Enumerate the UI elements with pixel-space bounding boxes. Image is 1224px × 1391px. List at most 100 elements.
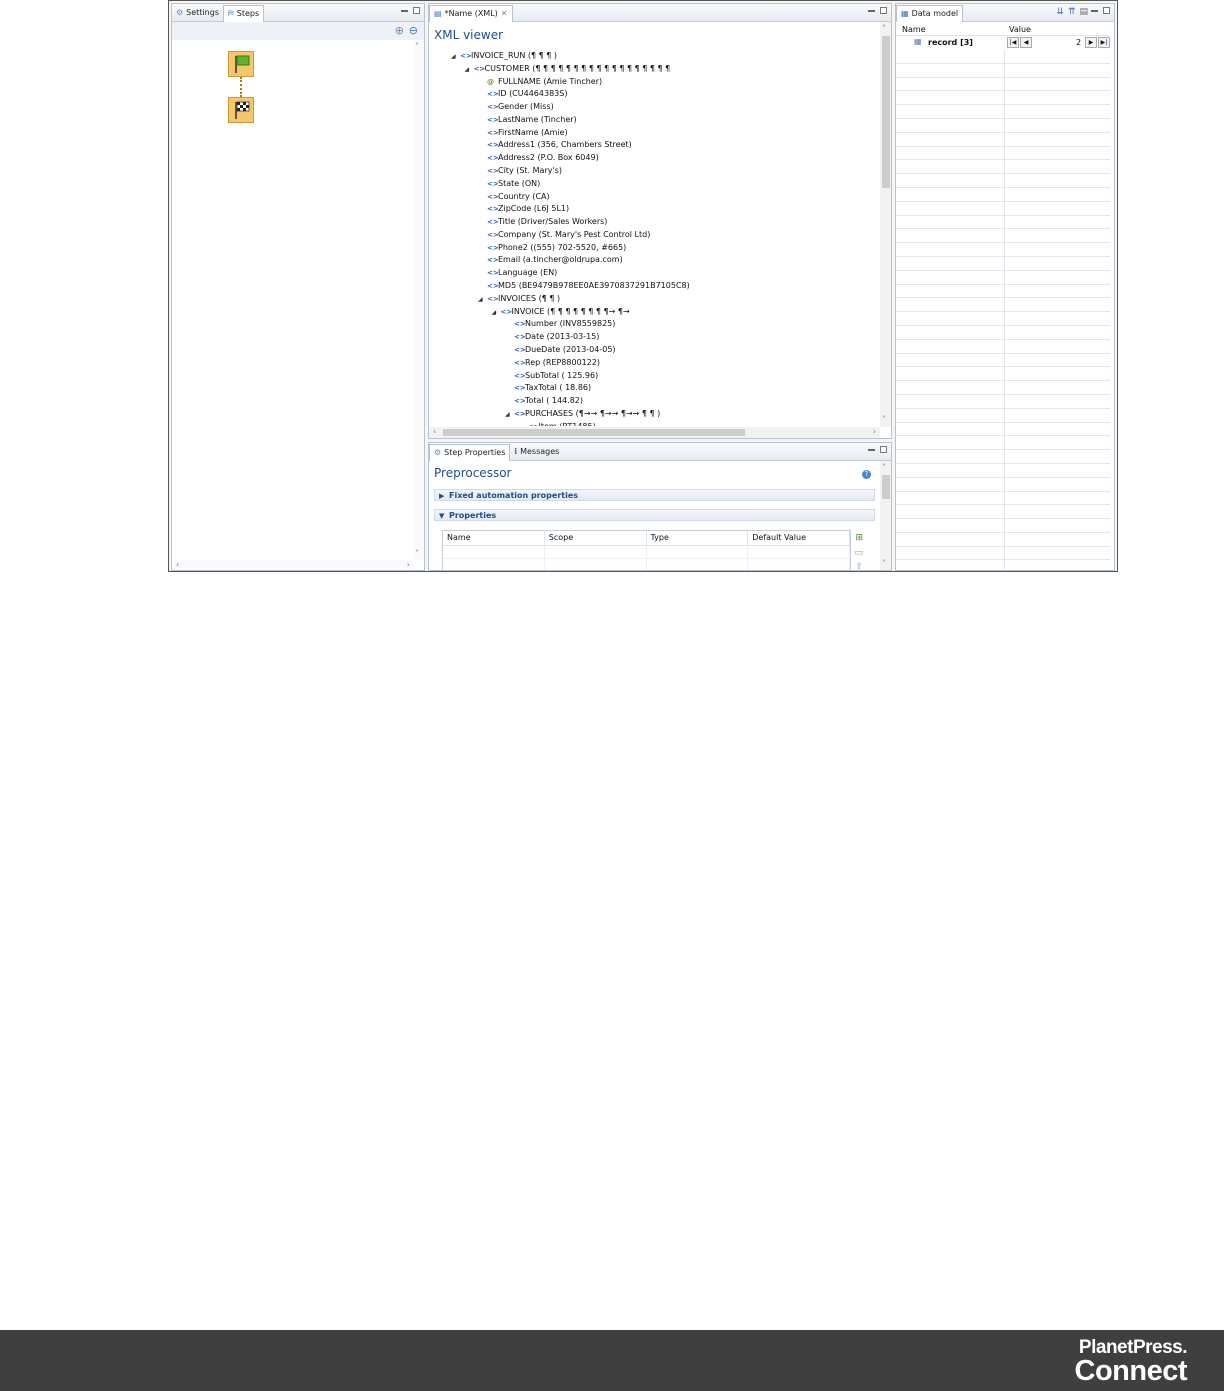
table-row[interactable] [896, 187, 1110, 202]
column-type[interactable]: Type [647, 531, 749, 545]
table-row[interactable] [896, 422, 1110, 437]
xml-tree-node[interactable]: <>Email (a.tincher@oldrupa.com) [478, 254, 623, 266]
xml-tree-node[interactable]: <>Date (2013-03-15) [505, 331, 599, 343]
add-property-icon[interactable]: ⊞ [855, 533, 863, 543]
expand-toggle-icon[interactable]: ◢ [478, 294, 487, 306]
table-row[interactable] [896, 91, 1110, 106]
table-row[interactable] [443, 559, 850, 570]
minimize-button[interactable] [868, 10, 875, 12]
tab-step-properties[interactable]: ⚙ Step Properties [429, 443, 511, 461]
table-row[interactable] [896, 394, 1110, 409]
properties-section[interactable]: ▼ Properties [434, 509, 875, 521]
start-step-icon[interactable] [228, 51, 254, 77]
table-row[interactable] [896, 298, 1110, 313]
tab-messages[interactable]: i Messages [510, 444, 563, 460]
xml-tree-node[interactable]: <>Phone2 ((555) 702-5520, #665) [478, 242, 626, 254]
table-row[interactable] [896, 477, 1110, 492]
previous-record-button[interactable]: ◀ [1020, 37, 1032, 48]
xml-vertical-scrollbar[interactable]: ˄ ˅ [880, 22, 891, 427]
steps-vertical-scrollbar[interactable]: ˄ ˅ [414, 41, 424, 560]
column-scope[interactable]: Scope [545, 531, 647, 545]
table-row[interactable] [896, 339, 1110, 354]
column-name[interactable]: Name [443, 531, 545, 545]
xml-tree-node[interactable]: <>Gender (Miss) [478, 101, 554, 113]
tab-data-model[interactable]: ▦ Data model [896, 4, 964, 22]
last-record-button[interactable]: ▶| [1098, 37, 1110, 48]
help-icon[interactable]: ? [862, 470, 871, 479]
minimize-button[interactable] [868, 449, 875, 451]
table-row[interactable] [896, 532, 1110, 547]
remove-property-icon[interactable]: ▭ [854, 548, 863, 558]
xml-tree-node[interactable]: <>DueDate (2013-04-05) [505, 344, 616, 356]
table-row[interactable] [896, 63, 1110, 78]
table-row[interactable] [896, 50, 1110, 64]
xml-tree-node[interactable]: <>SubTotal ( 125.96) [505, 370, 598, 382]
properties-vertical-scrollbar[interactable]: ˄ ˅ [880, 461, 891, 570]
maximize-button[interactable] [413, 7, 420, 14]
table-row[interactable] [896, 381, 1110, 395]
table-row[interactable] [896, 174, 1110, 188]
fixed-automation-section[interactable]: ▶ Fixed automation properties [434, 489, 875, 501]
maximize-button[interactable] [880, 7, 887, 14]
column-default-value[interactable]: Default Value [748, 531, 850, 545]
next-record-button[interactable]: ▶ [1085, 37, 1097, 48]
xml-tree-node[interactable]: <>LastName (Tincher) [478, 114, 577, 126]
xml-tree-node[interactable]: <>Rep (REP8800122) [505, 357, 600, 369]
table-row[interactable] [896, 201, 1110, 216]
xml-tree-node[interactable]: ◢ <>INVOICE (¶ ¶ ¶ ¶ ¶ ¶ ¶ ¶→ ¶→ [492, 306, 630, 318]
xml-tree-node[interactable]: <>Country (CA) [478, 191, 550, 203]
close-icon[interactable]: ✕ [501, 9, 508, 18]
table-row[interactable] [896, 243, 1110, 257]
xml-tree-node[interactable]: ◢ <>CUSTOMER (¶ ¶ ¶ ¶ ¶ ¶ ¶ ¶ ¶ ¶ ¶ ¶ ¶ ¶… [465, 63, 671, 75]
table-row[interactable] [896, 450, 1110, 464]
expand-toggle-icon[interactable]: ◢ [505, 409, 514, 421]
tab-xml-document[interactable]: ▤ *Name (XML) ✕ [429, 4, 513, 22]
table-row[interactable] [443, 546, 850, 559]
column-value[interactable]: Value [1009, 25, 1031, 34]
table-row[interactable] [896, 312, 1110, 326]
xml-vscroll-thumb[interactable] [882, 36, 890, 188]
table-row[interactable] [896, 284, 1110, 299]
table-row[interactable] [896, 118, 1110, 133]
table-row[interactable] [896, 77, 1110, 92]
table-row[interactable] [896, 229, 1110, 244]
xml-tree-node[interactable]: <>MD5 (BE9479B978EE0AE3970837291B7105C8) [478, 280, 690, 292]
xml-tree-node[interactable]: <>FirstName (Amie) [478, 127, 568, 139]
table-row[interactable] [896, 270, 1110, 285]
maximize-button[interactable] [1103, 7, 1110, 14]
xml-tree-node[interactable]: ◢ <>INVOICES (¶ ¶ ) [478, 293, 560, 305]
record-index[interactable]: 2 [1076, 38, 1081, 47]
table-row[interactable] [896, 463, 1110, 478]
xml-tree-node[interactable]: <>Language (EN) [478, 267, 557, 279]
zoom-in-icon[interactable]: ⊕ [395, 24, 404, 37]
xml-tree-node[interactable]: <>Address2 (P.O. Box 6049) [478, 152, 599, 164]
table-row[interactable] [896, 505, 1110, 520]
table-row[interactable] [896, 367, 1110, 382]
xml-tree-node[interactable]: <>ID (CU4464383S) [478, 88, 567, 100]
table-row[interactable] [896, 519, 1110, 533]
first-record-button[interactable]: |◀ [1007, 37, 1019, 48]
xml-tree-node[interactable]: <>TaxTotal ( 18.86) [505, 382, 591, 394]
print-icon[interactable]: ▤ [1079, 7, 1088, 17]
zoom-out-icon[interactable]: ⊖ [409, 24, 418, 37]
table-row[interactable] [896, 325, 1110, 340]
xml-tree-node[interactable]: <>ZipCode (L6J 5L1) [478, 203, 569, 215]
column-name[interactable]: Name [902, 25, 926, 34]
table-row[interactable] [896, 146, 1110, 161]
table-row[interactable] [896, 491, 1110, 506]
xml-tree-node[interactable]: ◢ <>PURCHASES (¶→→ ¶→→ ¶→→ ¶ ¶ ) [505, 408, 660, 420]
properties-vscroll-thumb[interactable] [882, 475, 890, 499]
steps-horizontal-scrollbar[interactable]: ‹ › [172, 560, 414, 570]
xml-tree-node[interactable]: <>Company (St. Mary's Pest Control Ltd) [478, 229, 650, 241]
table-row[interactable] [896, 132, 1110, 147]
minimize-button[interactable] [401, 10, 408, 12]
xml-tree-node[interactable]: <>Total ( 144.82) [505, 395, 583, 407]
xml-tree-node[interactable]: <>State (ON) [478, 178, 540, 190]
table-row[interactable] [896, 105, 1110, 119]
table-row[interactable] [896, 560, 1110, 570]
table-row[interactable] [896, 408, 1110, 423]
data-model-record-row[interactable]: ▦ record [3] |◀ ◀ 2 ▶ ▶| [896, 36, 1110, 49]
xml-tree-node[interactable]: <>Item (RT1485) [519, 421, 596, 426]
xml-tree-node[interactable]: <>City (St. Mary's) [478, 165, 562, 177]
xml-tree-node[interactable]: <>Title (Driver/Sales Workers) [478, 216, 607, 228]
